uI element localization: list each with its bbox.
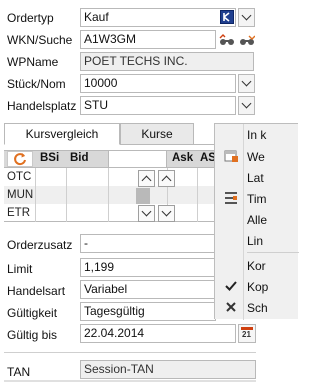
handelsplatz-select[interactable]: STU [80, 96, 236, 115]
col-ask: Ask [172, 152, 194, 164]
gueltig-bis-label: Gültig bis [7, 328, 58, 342]
scroll-down-left-button[interactable] [138, 205, 155, 222]
chevron-up-icon [141, 175, 152, 186]
chevron-down-icon [241, 76, 252, 87]
chevron-up-icon [161, 175, 172, 186]
stueck-dropdown-button[interactable] [238, 74, 255, 93]
context-menu: In k We Lat Tim Alle Lin Kor Kop Sch [214, 123, 299, 320]
menu-item-tim[interactable]: Tim [247, 192, 267, 206]
tan-label: TAN [7, 365, 31, 379]
selected-cell [136, 188, 150, 204]
grid-row-otc[interactable]: OTC [7, 171, 31, 183]
chevron-down-icon [241, 10, 252, 21]
refresh-icon[interactable] [7, 151, 33, 167]
menu-item-sch[interactable]: Sch [247, 301, 268, 315]
ordertyp-dropdown-button[interactable] [238, 8, 255, 27]
scroll-up-left-button[interactable] [138, 170, 155, 187]
order-type-k-icon[interactable] [220, 10, 234, 24]
menu-item-we[interactable]: We [247, 150, 265, 164]
tab-kursvergleich[interactable]: Kursvergleich [4, 123, 120, 145]
limit-label: Limit [7, 262, 33, 276]
col-bid: Bid [70, 152, 89, 164]
menu-item-alle[interactable]: Alle [247, 213, 267, 227]
handelsart-label: Handelsart [7, 284, 66, 298]
chevron-down-icon [161, 206, 172, 217]
ordertyp-label: Ordertyp [7, 11, 54, 25]
gueltigkeit-select[interactable]: Tagesgültig [80, 302, 216, 321]
col-blank-header [108, 151, 167, 167]
orderzusatz-select[interactable]: - [80, 234, 216, 253]
ordertyp-select[interactable]: Kauf [80, 8, 236, 27]
menu-item-lat[interactable]: Lat [247, 171, 264, 185]
checkmark-icon [223, 278, 239, 294]
gueltig-bis-input[interactable]: 22.04.2014 [80, 324, 236, 343]
stueck-label: Stück/Nom [7, 77, 66, 91]
wkn-label: WKN/Suche [7, 33, 73, 47]
wpname-label: WPName [7, 55, 59, 69]
menu-item-in-k[interactable]: In k [247, 128, 266, 142]
search-binoculars-icon[interactable] [218, 30, 236, 49]
stueck-input[interactable]: 10000 [80, 74, 236, 93]
chevron-down-icon [141, 206, 152, 217]
gueltigkeit-label: Gültigkeit [7, 306, 58, 320]
scroll-up-right-button[interactable] [158, 170, 175, 187]
handelsplatz-label: Handelsplatz [7, 99, 77, 113]
close-icon [223, 299, 239, 315]
calendar-icon[interactable]: 21 [238, 324, 256, 343]
col-bsi: BSi [40, 152, 60, 164]
tan-field: Session-TAN [80, 360, 256, 379]
menu-item-kor[interactable]: Kor [247, 259, 266, 273]
tab-kurse[interactable]: Kurse [120, 123, 194, 145]
grid-row-etr[interactable]: ETR [7, 207, 30, 219]
section-divider [4, 352, 256, 353]
orderzusatz-label: Orderzusatz [7, 238, 73, 252]
chevron-down-icon [241, 98, 252, 109]
window-icon [223, 148, 239, 164]
wpname-field: POET TECHS INC. [80, 52, 254, 71]
timeline-icon [223, 190, 239, 206]
grid-row-mun[interactable]: MUN [7, 189, 33, 201]
handelsart-select[interactable]: Variabel [80, 280, 216, 299]
scroll-down-right-button[interactable] [158, 205, 175, 222]
limit-input[interactable]: 1,199 [80, 258, 216, 277]
search-options-icon[interactable] [238, 30, 256, 49]
wkn-search-input[interactable]: A1W3GM [80, 30, 216, 49]
menu-item-lin[interactable]: Lin [247, 234, 263, 248]
menu-item-kop[interactable]: Kop [247, 280, 268, 294]
handelsplatz-dropdown-button[interactable] [238, 96, 255, 115]
